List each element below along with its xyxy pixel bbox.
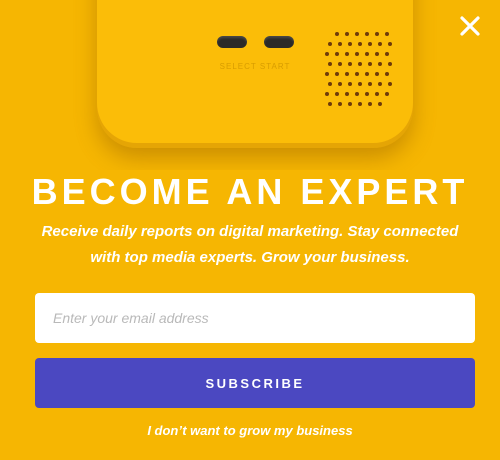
speaker-dot bbox=[368, 82, 372, 86]
speaker-dot bbox=[345, 92, 349, 96]
speaker-dot bbox=[348, 82, 352, 86]
speaker-dot bbox=[365, 32, 369, 36]
speaker-dot bbox=[328, 102, 332, 106]
speaker-dot bbox=[365, 72, 369, 76]
popup-title: BECOME AN EXPERT bbox=[31, 171, 469, 212]
speaker-dot bbox=[358, 62, 362, 66]
hero-image: SELECT START bbox=[0, 0, 500, 170]
speaker-dot bbox=[348, 102, 352, 106]
speaker-dot bbox=[328, 82, 332, 86]
speaker-dot bbox=[338, 62, 342, 66]
gameboy-device-image: SELECT START bbox=[97, 0, 413, 148]
speaker-dot bbox=[388, 82, 392, 86]
close-button[interactable] bbox=[456, 12, 484, 40]
speaker-dot bbox=[325, 72, 329, 76]
speaker-dot bbox=[378, 62, 382, 66]
speaker-dot bbox=[355, 52, 359, 56]
close-icon bbox=[460, 16, 480, 36]
speaker-dot bbox=[358, 102, 362, 106]
speaker-dot bbox=[338, 102, 342, 106]
speaker-dot bbox=[388, 62, 392, 66]
speaker-dot bbox=[358, 82, 362, 86]
speaker-dot bbox=[375, 72, 379, 76]
speaker-dot bbox=[365, 52, 369, 56]
speaker-dot bbox=[375, 92, 379, 96]
speaker-dot bbox=[385, 52, 389, 56]
speaker-dot bbox=[355, 32, 359, 36]
speaker-dot bbox=[328, 62, 332, 66]
speaker-dot bbox=[345, 72, 349, 76]
speaker-dot bbox=[338, 42, 342, 46]
email-input[interactable] bbox=[35, 293, 475, 343]
speaker-dot bbox=[328, 42, 332, 46]
speaker-grille-graphic bbox=[325, 32, 397, 118]
speaker-dot bbox=[348, 62, 352, 66]
speaker-dot bbox=[378, 42, 382, 46]
speaker-dot bbox=[355, 72, 359, 76]
speaker-dot bbox=[335, 72, 339, 76]
speaker-dot bbox=[355, 92, 359, 96]
start-button-graphic bbox=[264, 36, 294, 48]
speaker-dot bbox=[348, 42, 352, 46]
speaker-dot bbox=[385, 72, 389, 76]
speaker-dot bbox=[368, 62, 372, 66]
speaker-dot bbox=[345, 52, 349, 56]
speaker-dot bbox=[368, 42, 372, 46]
speaker-dot bbox=[358, 42, 362, 46]
speaker-dot bbox=[378, 102, 382, 106]
speaker-dot bbox=[338, 82, 342, 86]
speaker-dot bbox=[335, 92, 339, 96]
speaker-dot bbox=[378, 82, 382, 86]
speaker-dot bbox=[345, 32, 349, 36]
speaker-dot bbox=[325, 92, 329, 96]
speaker-dot bbox=[385, 92, 389, 96]
speaker-dot bbox=[375, 52, 379, 56]
select-button-graphic bbox=[217, 36, 247, 48]
speaker-dot bbox=[375, 32, 379, 36]
speaker-dot bbox=[368, 102, 372, 106]
speaker-dot bbox=[335, 32, 339, 36]
subscribe-button[interactable]: SUBSCRIBE bbox=[35, 358, 475, 408]
popup-subtitle: Receive daily reports on digital marketi… bbox=[41, 223, 459, 266]
speaker-dot bbox=[335, 52, 339, 56]
speaker-dot bbox=[388, 42, 392, 46]
speaker-dot bbox=[385, 32, 389, 36]
decline-link[interactable]: I don’t want to grow my business bbox=[0, 423, 500, 438]
speaker-dot bbox=[365, 92, 369, 96]
speaker-dot bbox=[325, 52, 329, 56]
device-button-caption: SELECT START bbox=[219, 62, 291, 71]
